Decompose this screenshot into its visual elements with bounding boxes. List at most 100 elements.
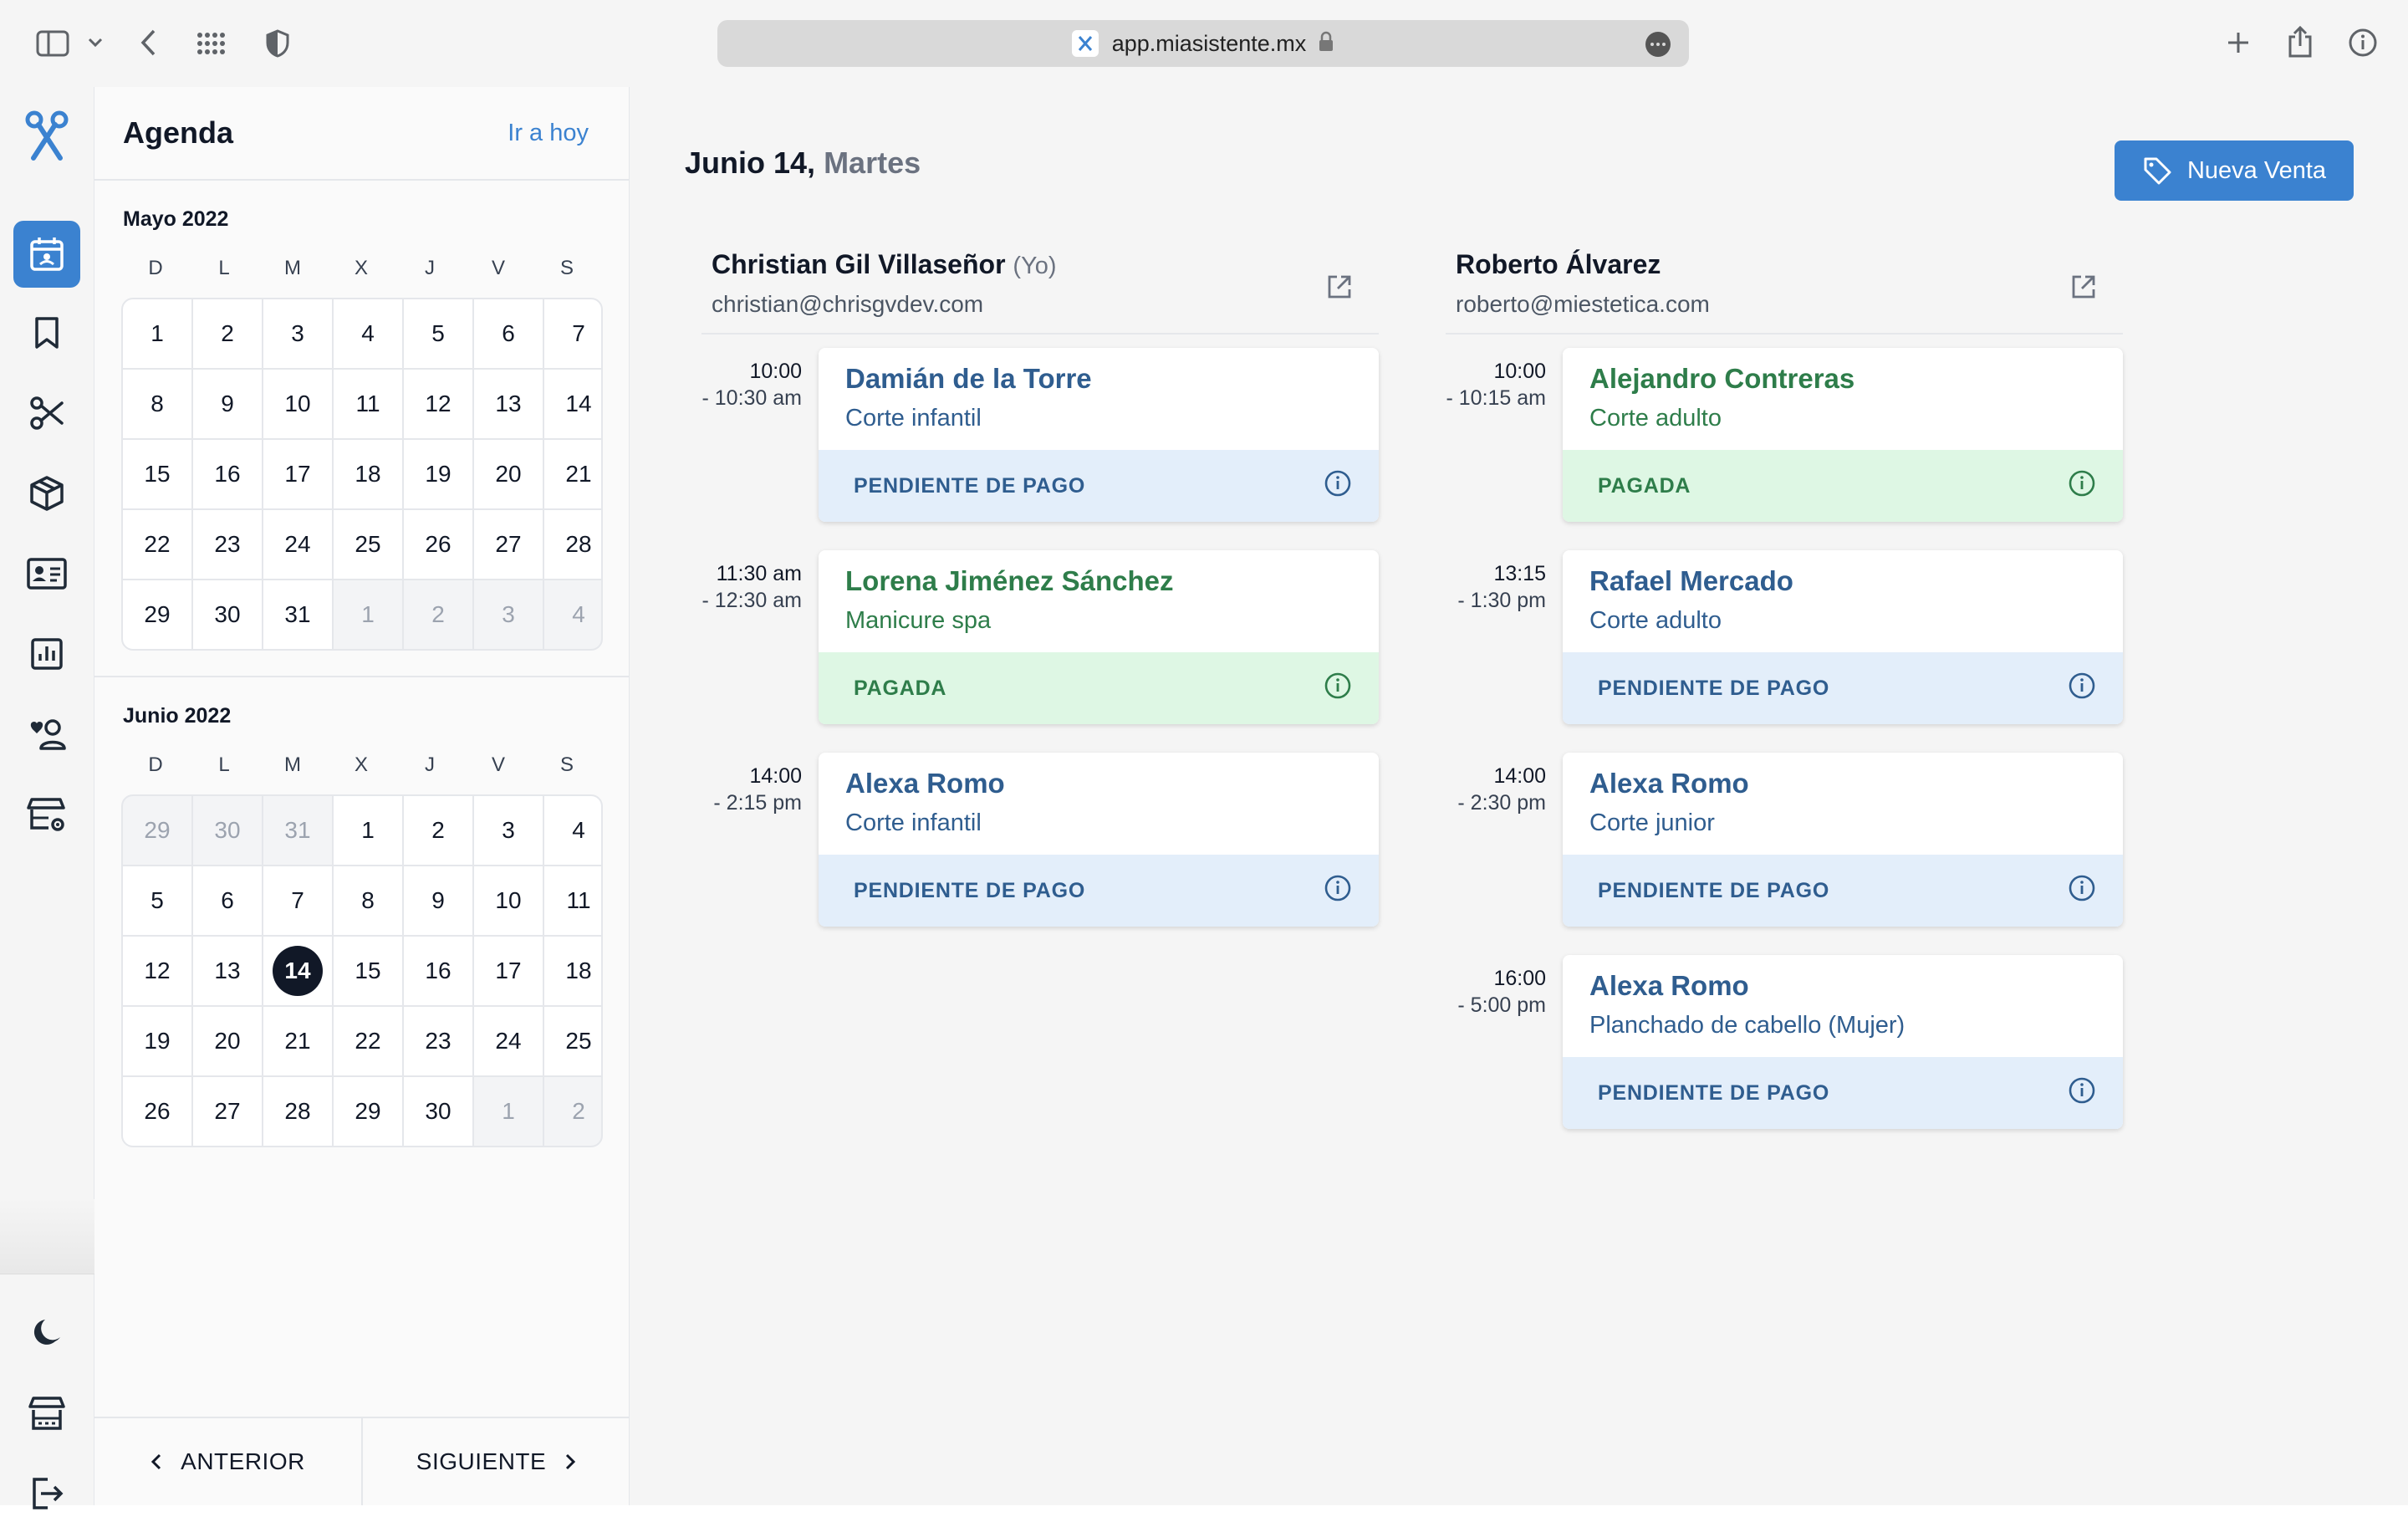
new-tab-icon[interactable] [2224,25,2252,60]
day-cell[interactable]: 9 [193,370,262,438]
day-cell[interactable]: 2 [193,299,262,368]
day-cell[interactable]: 10 [263,370,332,438]
day-cell[interactable]: 15 [123,440,191,508]
next-button[interactable]: SIGUIENTE [361,1418,630,1505]
day-cell[interactable]: 29 [334,1077,402,1146]
day-cell[interactable]: 23 [193,510,262,579]
day-cell[interactable]: 26 [404,510,472,579]
day-cell[interactable]: 25 [334,510,402,579]
sidebar-toggle-icon[interactable] [32,25,74,62]
selected-day-cell[interactable]: 14 [263,937,332,1005]
new-sale-button[interactable]: Nueva Venta [2115,140,2354,201]
day-cell[interactable]: 29 [123,580,191,649]
day-cell[interactable]: 6 [193,866,262,935]
day-cell[interactable]: 13 [474,370,543,438]
open-external-icon[interactable] [1325,273,1354,305]
logo-icon[interactable] [13,102,80,169]
day-cell[interactable]: 2 [404,580,472,649]
go-today-link[interactable]: Ir a hoy [508,120,589,147]
day-cell[interactable]: 10 [474,866,543,935]
day-cell[interactable]: 20 [474,440,543,508]
address-bar[interactable]: app.miasistente.mx [717,20,1689,67]
info-icon[interactable] [2068,1076,2096,1111]
day-cell[interactable]: 24 [263,510,332,579]
day-cell[interactable]: 5 [404,299,472,368]
day-cell[interactable]: 4 [544,580,601,649]
day-cell[interactable]: 1 [334,580,402,649]
day-cell[interactable]: 23 [404,1007,472,1075]
day-cell[interactable]: 30 [193,580,262,649]
day-cell[interactable]: 1 [123,299,191,368]
day-cell[interactable]: 16 [193,440,262,508]
previous-button[interactable]: ANTERIOR [94,1418,361,1505]
info-icon[interactable] [2068,874,2096,908]
calendar-icon[interactable] [13,221,80,288]
moon-icon[interactable] [13,1300,80,1366]
day-cell[interactable]: 15 [334,937,402,1005]
day-cell[interactable]: 29 [123,796,191,865]
day-cell[interactable]: 28 [263,1077,332,1146]
day-cell[interactable]: 3 [474,796,543,865]
appointment-card[interactable]: Lorena Jiménez Sánchez Manicure spa PAGA… [819,550,1379,724]
day-cell[interactable]: 12 [404,370,472,438]
open-external-icon[interactable] [2069,273,2098,305]
day-cell[interactable]: 7 [544,299,601,368]
day-cell[interactable]: 18 [544,937,601,1005]
day-cell[interactable]: 3 [474,580,543,649]
info-icon[interactable] [1324,469,1352,503]
day-cell[interactable]: 22 [334,1007,402,1075]
day-cell[interactable]: 2 [544,1077,601,1146]
day-cell[interactable]: 11 [544,866,601,935]
day-cell[interactable]: 20 [193,1007,262,1075]
client-icon[interactable] [13,701,80,768]
appointment-card[interactable]: Alexa Romo Planchado de cabello (Mujer) … [1563,955,2123,1129]
day-cell[interactable]: 12 [123,937,191,1005]
day-cell[interactable]: 27 [474,510,543,579]
day-cell[interactable]: 16 [404,937,472,1005]
day-cell[interactable]: 4 [334,299,402,368]
appointment-card[interactable]: Alexa Romo Corte junior PENDIENTE DE PAG… [1563,753,2123,927]
chevron-down-icon[interactable] [84,30,107,55]
day-cell[interactable]: 27 [193,1077,262,1146]
day-cell[interactable]: 18 [334,440,402,508]
day-cell[interactable]: 30 [193,796,262,865]
day-cell[interactable]: 2 [404,796,472,865]
store-icon[interactable] [13,1380,80,1447]
day-cell[interactable]: 31 [263,580,332,649]
day-cell[interactable]: 31 [263,796,332,865]
day-cell[interactable]: 1 [474,1077,543,1146]
shield-icon[interactable] [263,27,293,60]
appointment-card[interactable]: Alexa Romo Corte infantil PENDIENTE DE P… [819,753,1379,927]
more-icon[interactable] [1645,32,1671,57]
day-cell[interactable]: 11 [334,370,402,438]
day-cell[interactable]: 19 [404,440,472,508]
share-icon[interactable] [2284,22,2316,62]
info-icon[interactable] [2346,25,2380,60]
day-cell[interactable]: 17 [263,440,332,508]
day-cell[interactable]: 22 [123,510,191,579]
info-icon[interactable] [1324,874,1352,908]
day-cell[interactable]: 4 [544,796,601,865]
scissors-icon[interactable] [13,380,80,447]
day-cell[interactable]: 30 [404,1077,472,1146]
box-icon[interactable] [13,460,80,527]
info-icon[interactable] [1324,672,1352,706]
id-card-icon[interactable] [13,540,80,607]
day-cell[interactable]: 21 [263,1007,332,1075]
appointment-card[interactable]: Alejandro Contreras Corte adulto PAGADA [1563,348,2123,522]
info-icon[interactable] [2068,672,2096,706]
info-icon[interactable] [2068,469,2096,503]
day-cell[interactable]: 21 [544,440,601,508]
day-cell[interactable]: 28 [544,510,601,579]
chart-icon[interactable] [13,621,80,687]
store-settings-icon[interactable] [13,781,80,848]
day-cell[interactable]: 6 [474,299,543,368]
day-cell[interactable]: 8 [123,370,191,438]
day-cell[interactable]: 5 [123,866,191,935]
day-cell[interactable]: 7 [263,866,332,935]
bookmark-icon[interactable] [13,299,80,366]
day-cell[interactable]: 3 [263,299,332,368]
day-cell[interactable]: 9 [404,866,472,935]
grid-icon[interactable] [194,27,229,60]
logout-icon[interactable] [13,1460,80,1527]
